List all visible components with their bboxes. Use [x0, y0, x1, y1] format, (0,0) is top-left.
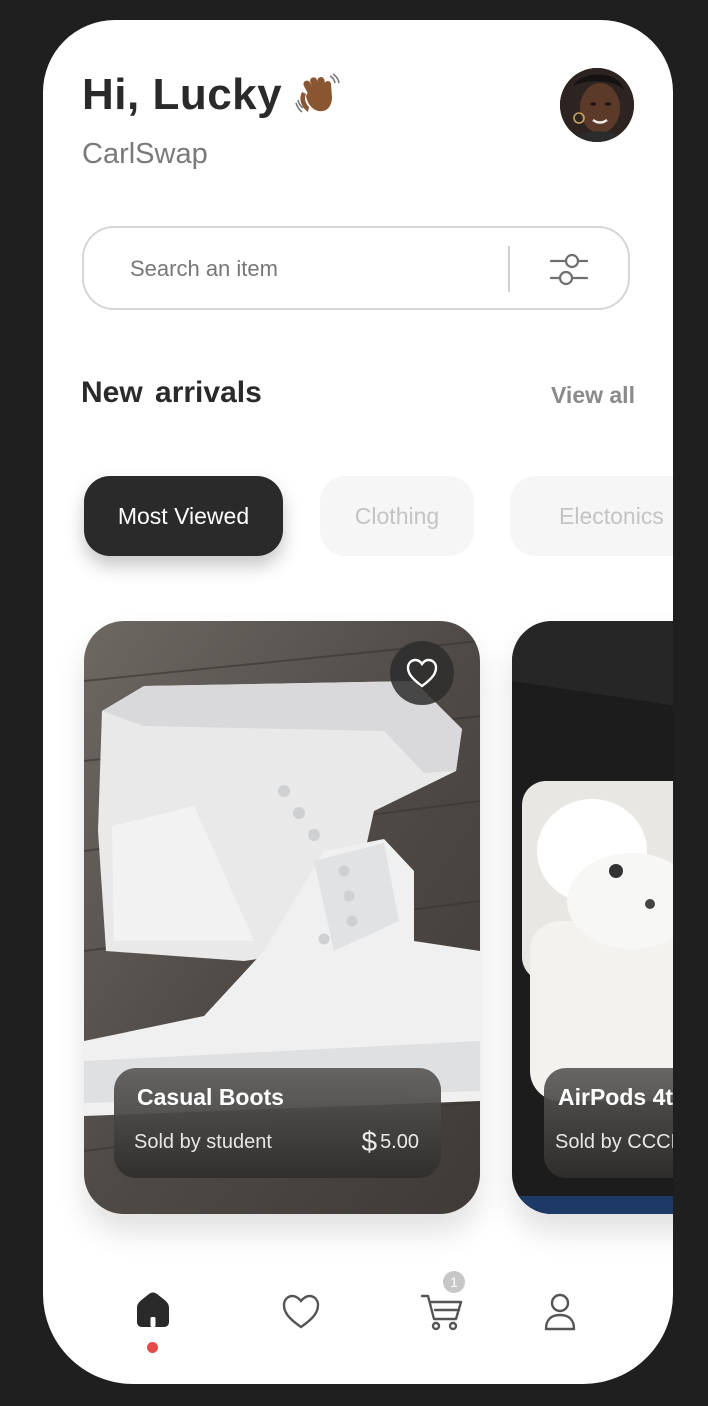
view-all-link[interactable]: View all — [551, 382, 635, 409]
avatar-photo — [560, 68, 634, 142]
heart-icon — [406, 658, 438, 688]
nav-home[interactable] — [128, 1286, 178, 1336]
product-seller: Sold by student — [134, 1131, 272, 1153]
search-divider — [508, 246, 510, 292]
category-chip-most-viewed[interactable]: Most Viewed — [84, 476, 283, 556]
active-indicator-dot — [147, 1342, 158, 1353]
app-name: CarlSwap — [82, 138, 208, 170]
waving-hand-icon — [295, 73, 340, 113]
app-screen: Hi, Lucky CarlSwap Search an item New ar… — [43, 20, 673, 1384]
favorite-button[interactable] — [390, 641, 454, 705]
user-icon — [544, 1293, 576, 1331]
section-title: New arrivals — [81, 376, 262, 409]
product-info-panel: Casual Boots Sold by student $5.00 — [114, 1068, 441, 1178]
sliders-icon — [549, 253, 589, 286]
nav-profile[interactable] — [535, 1286, 585, 1336]
nav-cart[interactable] — [418, 1286, 468, 1336]
price-currency: $ — [361, 1126, 378, 1157]
cart-icon — [420, 1294, 463, 1331]
product-info-panel: AirPods 4th Sold by CCCB — [544, 1068, 673, 1178]
home-icon — [137, 1292, 169, 1327]
search-bar — [82, 226, 630, 310]
price-value: 5.00 — [380, 1131, 419, 1153]
product-title: AirPods 4th — [558, 1084, 673, 1110]
heart-icon — [282, 1294, 320, 1329]
product-seller: Sold by CCCB — [555, 1131, 673, 1153]
product-title: Casual Boots — [137, 1084, 284, 1110]
nav-favorites[interactable] — [276, 1286, 326, 1336]
product-card[interactable]: Casual Boots Sold by student $5.00 — [84, 621, 480, 1214]
product-card[interactable]: AirPods 4th Sold by CCCB — [512, 621, 673, 1214]
filter-button[interactable] — [538, 244, 600, 294]
greeting-heading: Hi, Lucky — [82, 70, 340, 120]
cart-count-badge: 1 — [443, 1271, 465, 1293]
product-price: $5.00 — [361, 1126, 419, 1158]
category-chip-clothing[interactable]: Clothing — [320, 476, 474, 556]
category-chip-electronics[interactable]: Electonics — [510, 476, 673, 556]
greeting-text: Hi, Lucky — [82, 70, 283, 119]
avatar[interactable] — [560, 68, 634, 142]
search-input[interactable] — [128, 228, 502, 310]
